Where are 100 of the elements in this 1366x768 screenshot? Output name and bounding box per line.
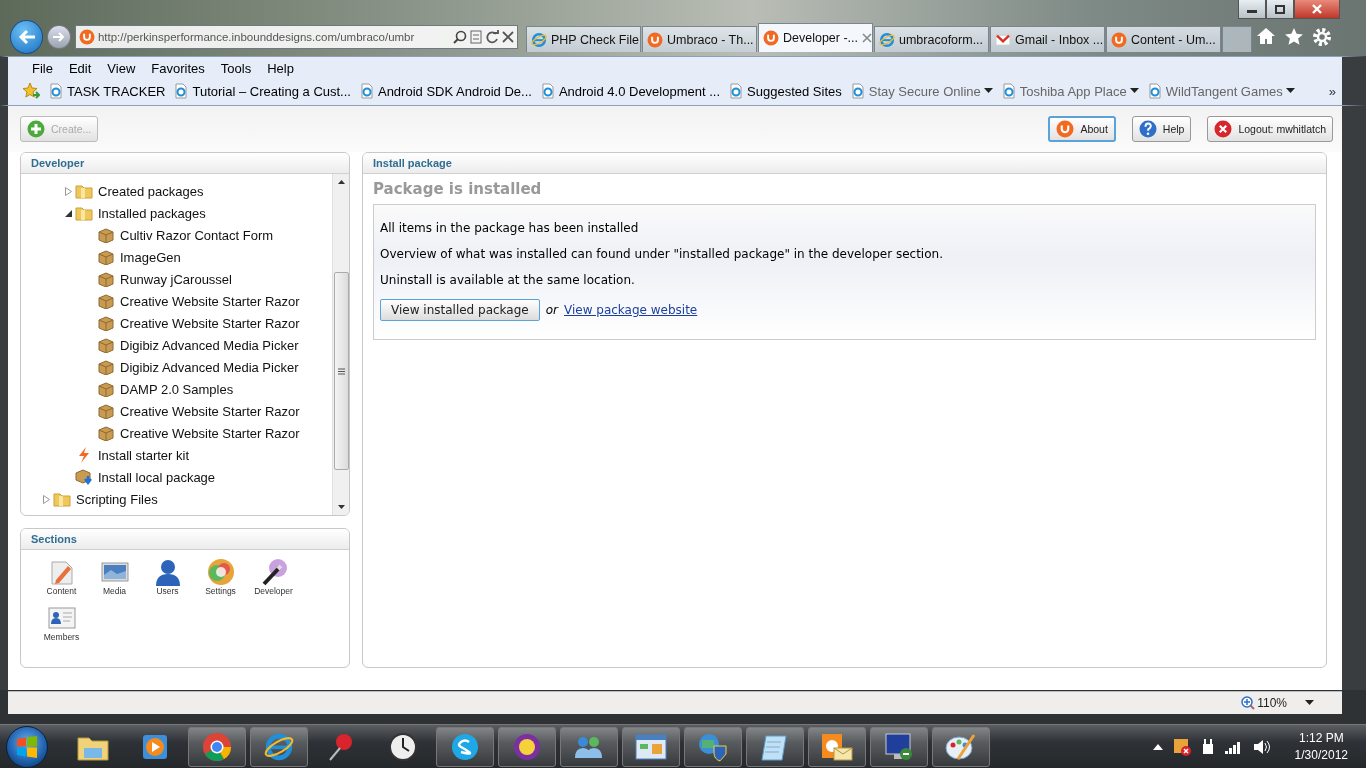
logo-icon: [763, 30, 779, 46]
favorite-link[interactable]: Tutorial – Creating a Cust...: [173, 83, 351, 99]
help-icon: [1138, 120, 1157, 138]
browser-tab[interactable]: Gmail - Inbox ...: [990, 26, 1105, 52]
favorite-link[interactable]: WildTangent Games: [1146, 83, 1295, 99]
toolbar-button[interactable]: About: [1048, 116, 1116, 142]
minimize-button[interactable]: [1238, 0, 1266, 19]
taskbar-button[interactable]: [436, 726, 494, 767]
zoom-icon: [1241, 695, 1256, 710]
back-button[interactable]: [10, 20, 44, 54]
power-plug-icon: [1200, 737, 1215, 756]
taskbar-button[interactable]: [808, 726, 866, 767]
taskbar-button[interactable]: [746, 726, 804, 767]
tree-item[interactable]: Runway jCaroussel: [120, 271, 232, 287]
section-link[interactable]: Media: [102, 586, 127, 596]
menu-item[interactable]: Tools: [212, 60, 260, 76]
tree-item[interactable]: Installed packages: [98, 205, 206, 221]
tree-item[interactable]: Scripting Files: [76, 491, 158, 507]
tree-item[interactable]: ImageGen: [120, 249, 181, 265]
taskbar-button[interactable]: [560, 726, 618, 767]
tree-item[interactable]: Creative Website Starter Razor: [120, 315, 300, 331]
scrollbar[interactable]: [332, 174, 349, 515]
tree-item[interactable]: Created packages: [98, 183, 204, 199]
sphere-icon: [206, 558, 235, 586]
browser-tab[interactable]: Developer -...: [758, 23, 873, 52]
close-icon: [1214, 120, 1233, 138]
tree-item[interactable]: Creative Website Starter Razor: [120, 293, 300, 309]
section-link[interactable]: Developer: [254, 586, 293, 596]
zoom-button[interactable]: 110%: [1241, 695, 1287, 710]
toolbar-button[interactable]: Help: [1131, 116, 1192, 142]
taskbar-button[interactable]: [250, 726, 308, 767]
menu-item[interactable]: Favorites: [143, 60, 213, 76]
favorites-icon: [22, 82, 40, 100]
box-icon: [97, 271, 115, 287]
forward-button[interactable]: [47, 25, 71, 49]
box-icon: [97, 227, 115, 243]
box-icon: [97, 403, 115, 419]
tree-item[interactable]: Creative Website Starter Razor: [120, 403, 300, 419]
taskbar-button[interactable]: [622, 726, 680, 767]
message-text: Uninstall is available at the same location.: [380, 273, 636, 287]
website-link[interactable]: View package website: [563, 303, 698, 317]
show-hidden-icon: [1152, 743, 1163, 750]
box-icon: [97, 315, 115, 331]
arrow-right-icon: [53, 31, 66, 43]
browser-tab[interactable]: PHP Check File: [526, 26, 641, 52]
maximize-button[interactable]: [1266, 0, 1294, 19]
menu-item[interactable]: Edit: [60, 60, 100, 76]
close-icon: [862, 33, 873, 43]
browser-tab[interactable]: Umbraco - Th...: [642, 26, 757, 52]
browser-tab[interactable]: Content - Um...: [1106, 26, 1221, 52]
window-icon: [634, 731, 668, 762]
tree-item[interactable]: Digibiz Advanced Media Picker: [120, 359, 299, 375]
tree-item[interactable]: Install starter kit: [98, 447, 190, 463]
favorite-link[interactable]: Toshiba App Place: [1000, 83, 1139, 99]
bubble-icon: [450, 731, 480, 762]
tree-item[interactable]: Creative Website Starter Razor: [120, 425, 300, 441]
caret-icon: [1285, 88, 1295, 94]
person-icon: [153, 558, 182, 586]
favorite-link[interactable]: Android 4.0 Development ...: [539, 83, 721, 99]
caret-icon: [1129, 88, 1139, 94]
caret-icon: [983, 88, 993, 94]
close-icon: [1312, 4, 1322, 14]
windows-logo-icon: [16, 735, 38, 758]
section-link[interactable]: Members: [43, 632, 80, 642]
toolbar-button[interactable]: Logout: mwhitlatch: [1207, 116, 1333, 142]
favorite-link[interactable]: TASK TRACKER: [48, 83, 166, 99]
taskbar-button[interactable]: [188, 726, 246, 767]
logo-icon: [1111, 31, 1127, 48]
address-field[interactable]: http://perkinsperformance.inbounddesigns.com/umbraco/umbr: [74, 25, 518, 49]
section-link[interactable]: Settings: [205, 586, 236, 596]
folder-icon: [75, 183, 93, 199]
favorite-link[interactable]: Android SDK Android De...: [358, 83, 532, 99]
favorite-link[interactable]: Stay Secure Online: [849, 83, 993, 99]
network-error-icon: [1172, 737, 1191, 756]
section-link[interactable]: Users: [156, 586, 179, 596]
tree-item[interactable]: Digibiz Advanced Media Picker: [120, 337, 299, 353]
page-icon: [358, 83, 375, 99]
menu-item[interactable]: File: [24, 60, 61, 76]
start-button[interactable]: [6, 725, 48, 768]
logo-icon: [647, 31, 663, 48]
menu-item[interactable]: Help: [259, 60, 302, 76]
menu-item[interactable]: View: [99, 60, 144, 76]
close-button[interactable]: [1294, 0, 1340, 19]
tree-item[interactable]: Install local package: [98, 469, 216, 485]
taskbar-button[interactable]: [498, 726, 556, 767]
refresh-icon: [485, 30, 499, 44]
favorite-link[interactable]: Suggested Sites: [728, 83, 842, 99]
tree-item[interactable]: DAMP 2.0 Samples: [120, 381, 234, 397]
browser-tab[interactable]: umbracoform...: [874, 26, 989, 52]
page-icon: [1146, 83, 1163, 99]
ring-icon: [202, 731, 232, 762]
caret-icon: [1305, 699, 1314, 706]
view-package-button[interactable]: View installed package: [380, 299, 540, 321]
taskbar-button[interactable]: [932, 726, 990, 767]
box-icon: [97, 249, 115, 265]
clock-date: 1/30/2012: [1294, 746, 1348, 764]
section-link[interactable]: Content: [46, 586, 77, 596]
box-icon: [97, 425, 115, 441]
tree-item[interactable]: Cultiv Razor Contact Form: [120, 227, 274, 243]
more-button[interactable]: »: [1328, 83, 1336, 99]
